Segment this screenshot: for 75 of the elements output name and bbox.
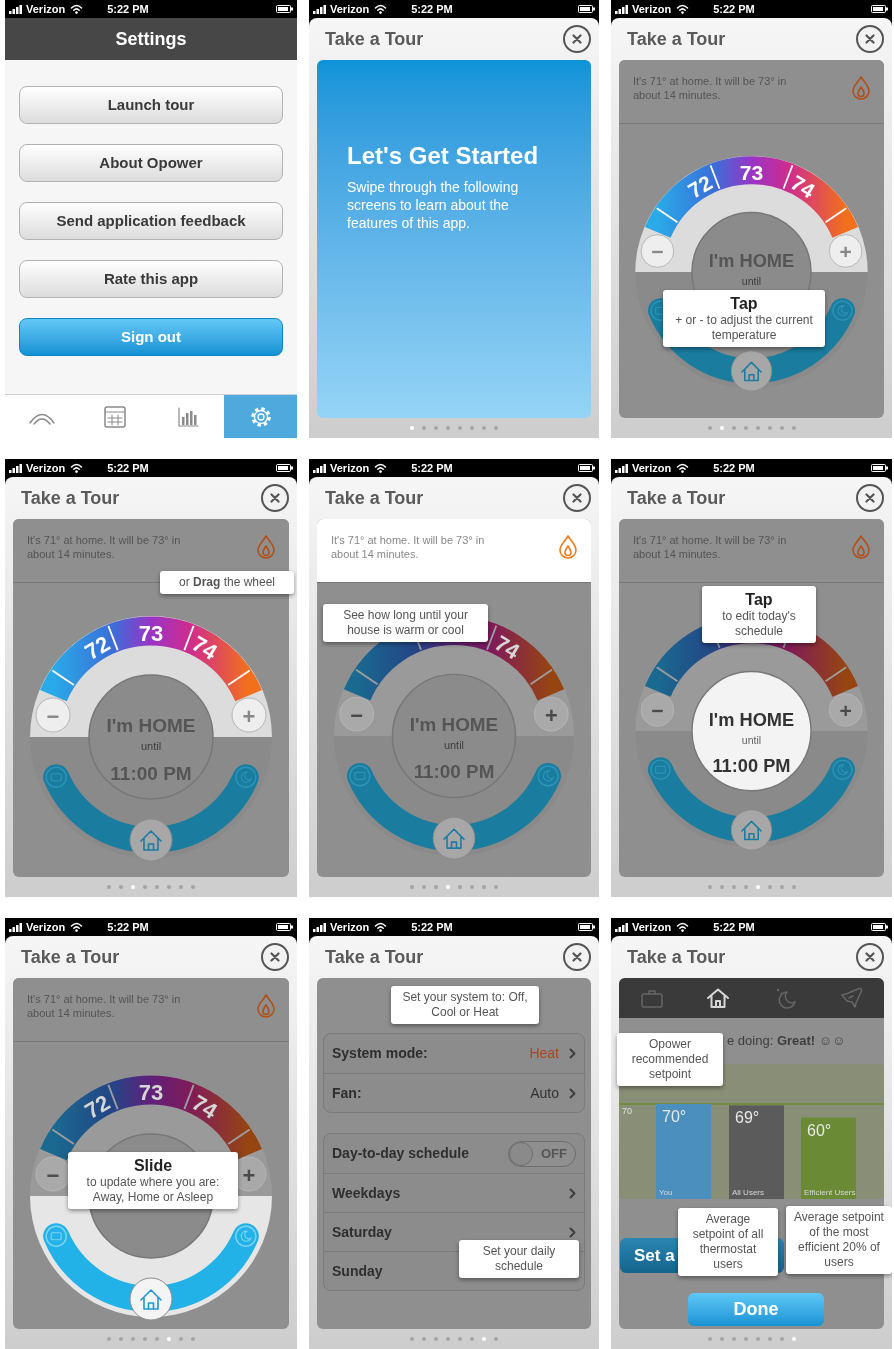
carrier-name: Verizon: [26, 919, 66, 935]
status-time: 5:22 PM: [411, 1, 453, 17]
category-label: All Users: [732, 1188, 764, 1197]
row-label: Weekdays: [332, 1183, 401, 1203]
screen-title: Take a Tour: [325, 945, 424, 969]
until-label: until: [140, 740, 162, 752]
status-time: 5:22 PM: [107, 919, 149, 935]
category-label: Efficient Users: [804, 1188, 856, 1197]
screen-title: Take a Tour: [325, 486, 424, 510]
carrier-name: Verizon: [330, 460, 370, 476]
value-label: 60°: [807, 1121, 832, 1139]
row-label: Fan:: [332, 1083, 362, 1103]
row-label: System mode:: [332, 1044, 428, 1063]
value-label: 70°: [662, 1108, 687, 1125]
until-label: until: [741, 274, 762, 287]
status-time: 5:22 PM: [713, 1, 755, 17]
screen-title: Take a Tour: [627, 945, 726, 969]
tooltip-text: See how long until your house is warm or cool: [342, 608, 469, 638]
tooltip-text: + or - to adjust the current temperature: [674, 313, 814, 343]
temperature-label: 74: [187, 1089, 222, 1124]
tooltip-text: Average setpoint of all thermostat users: [691, 1212, 765, 1272]
temperature-label: 72: [80, 630, 115, 665]
status-time: 5:22 PM: [411, 460, 453, 476]
carrier-name: Verizon: [330, 919, 370, 935]
screen-title: Settings: [5, 18, 297, 60]
until-label: until: [741, 733, 762, 746]
screen-title: Take a Tour: [21, 486, 120, 510]
row-label: Day-to-day schedule: [332, 1144, 469, 1163]
temperature-label: 73: [138, 620, 164, 646]
value-label: 69°: [735, 1109, 760, 1127]
screen-title: Take a Tour: [627, 486, 726, 510]
carrier-name: Verizon: [26, 460, 66, 476]
status-time: 5:22 PM: [713, 460, 755, 476]
screen-title: Take a Tour: [627, 27, 726, 51]
temperature-label: 74: [490, 630, 524, 665]
carrier-name: Verizon: [632, 1, 672, 17]
status-time: 5:22 PM: [411, 919, 453, 935]
carrier-name: Verizon: [632, 460, 672, 476]
status-time: 5:22 PM: [107, 1, 149, 17]
intro-text: Swipe through the following screens to learn about the features of this app.: [347, 178, 520, 232]
temperature-label: 72: [80, 1089, 115, 1124]
screen-title: Take a Tour: [325, 27, 424, 51]
temperature-label: 72: [684, 170, 717, 203]
tooltip-text: or Drag the wheel: [177, 575, 277, 590]
carrier-name: Verizon: [632, 919, 672, 935]
tooltip-title: Tap: [729, 294, 759, 313]
tooltip-text: to update where you are: Away, Home or Asleep: [85, 1175, 221, 1205]
axis-label: 70: [622, 1106, 632, 1116]
tooltip-text: Set your daily schedule: [481, 1244, 557, 1274]
carrier-name: Verizon: [26, 1, 66, 17]
tooltip-title: Slide: [132, 1156, 174, 1175]
temperature-label: 74: [187, 630, 222, 665]
carrier-name: Verizon: [330, 1, 370, 17]
tooltip-text: Average setpoint of the most efficient 20% of users: [793, 1210, 885, 1270]
time-label: 11:00 PM: [712, 755, 791, 777]
status-time: 5:22 PM: [107, 460, 149, 476]
row-value: Auto: [530, 1083, 559, 1103]
screen-title: Take a Tour: [21, 945, 120, 969]
temperature-label: 73: [138, 1079, 164, 1105]
intro-heading: Let's Get Started: [347, 142, 540, 170]
temperature-label: 74: [786, 170, 819, 203]
tooltip-text: Opower recommended setpoint: [630, 1037, 710, 1082]
temperature-label: 73: [739, 160, 764, 184]
mode-label: I'm HOME: [708, 709, 795, 731]
status-time: 5:22 PM: [713, 919, 755, 935]
tooltip-title: Tap: [744, 590, 774, 609]
category-label: You: [659, 1188, 673, 1197]
row-value: Heat: [529, 1044, 559, 1063]
until-label: until: [444, 738, 464, 751]
row-label: Saturday: [332, 1222, 392, 1242]
tooltip-text: to edit today's schedule: [721, 609, 797, 639]
status-message: It's 71° at home. It will be 73° in about 14 minutes.: [331, 533, 486, 561]
row-label: Sunday: [332, 1261, 383, 1281]
tooltip-text: Set your system to: Off, Cool or Heat: [401, 990, 529, 1020]
rating-message: e doing: Great! ☺☺: [727, 1032, 846, 1051]
